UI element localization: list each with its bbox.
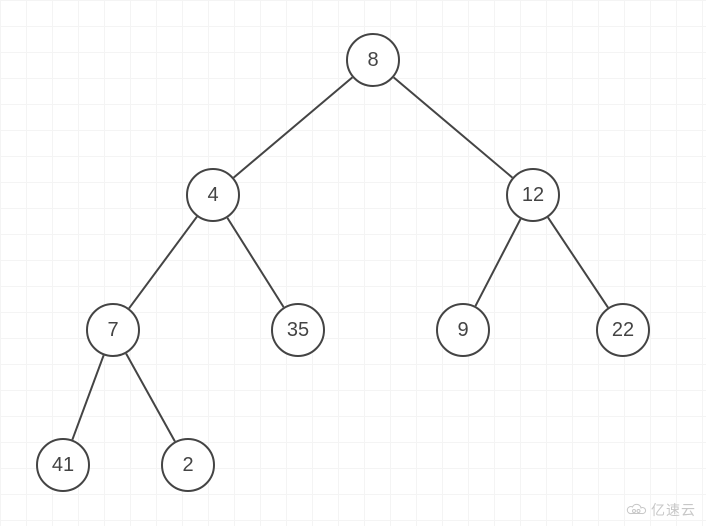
tree-edge [548, 217, 608, 307]
tree-node: 12 [506, 168, 560, 222]
cloud-icon [625, 503, 647, 517]
tree-node: 4 [186, 168, 240, 222]
tree-node: 7 [86, 303, 140, 357]
watermark: 亿速云 [625, 500, 696, 520]
tree-edge [129, 217, 197, 309]
grid-canvas: 8412735922412 亿速云 [0, 0, 706, 526]
tree-edge [227, 218, 283, 307]
tree-node: 22 [596, 303, 650, 357]
tree-node: 8 [346, 33, 400, 87]
tree-edge [475, 219, 520, 306]
tree-node: 41 [36, 438, 90, 492]
tree-edge [394, 77, 513, 177]
tree-edge [72, 355, 103, 439]
tree-node: 2 [161, 438, 215, 492]
watermark-text: 亿速云 [651, 500, 696, 520]
tree-edge [234, 77, 353, 177]
tree-node: 35 [271, 303, 325, 357]
tree-node: 9 [436, 303, 490, 357]
tree-edge [126, 354, 175, 442]
